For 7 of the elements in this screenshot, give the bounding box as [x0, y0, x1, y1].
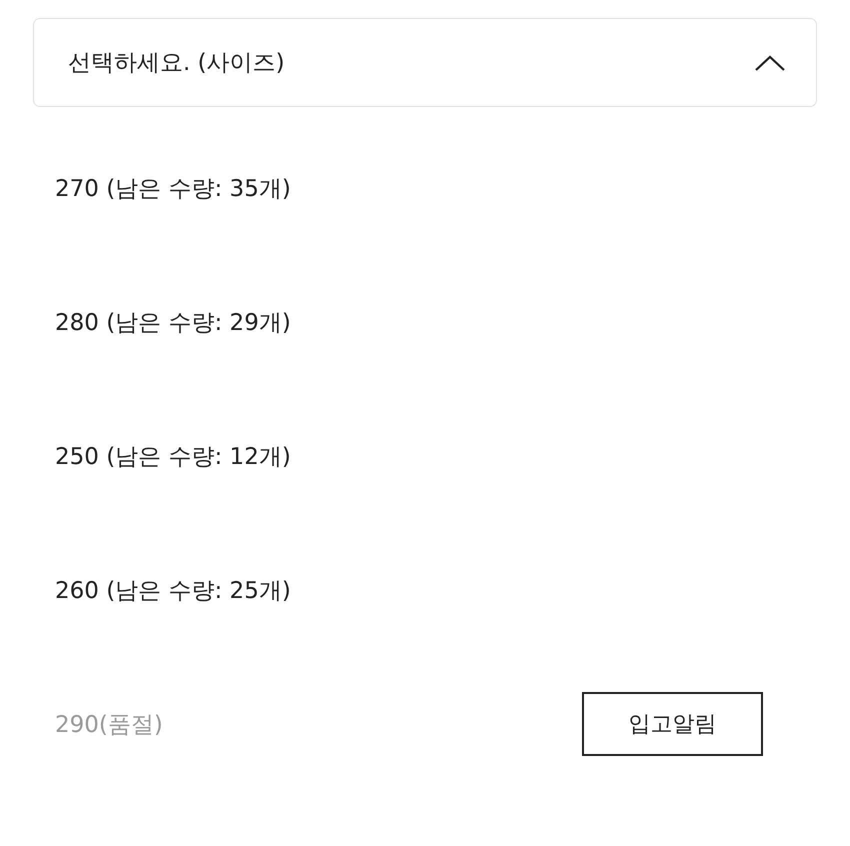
size-dropdown[interactable]: 선택하세요. (사이즈): [33, 18, 817, 107]
restock-alert-button[interactable]: 입고알림: [582, 692, 763, 756]
size-option[interactable]: 270 (남은 수량: 35개): [55, 172, 291, 204]
dropdown-label: 선택하세요. (사이즈): [68, 49, 285, 78]
size-option[interactable]: 260 (남은 수량: 25개): [55, 574, 291, 606]
size-option[interactable]: 280 (남은 수량: 29개): [55, 306, 291, 338]
size-option[interactable]: 250 (남은 수량: 12개): [55, 440, 291, 472]
